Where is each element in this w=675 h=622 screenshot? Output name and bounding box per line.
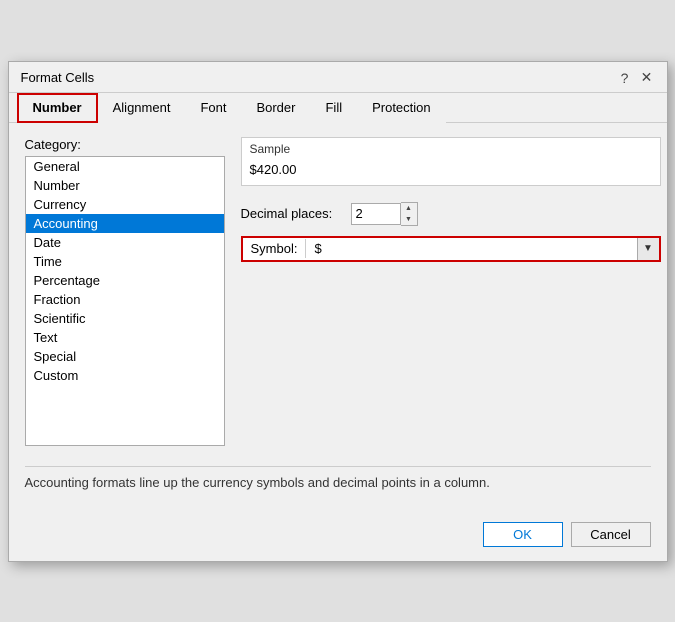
category-accounting[interactable]: Accounting bbox=[26, 214, 224, 233]
help-icon[interactable]: ? bbox=[617, 70, 633, 86]
sample-value: $420.00 bbox=[242, 158, 660, 185]
decimal-input-wrapper: ▲ ▼ bbox=[351, 202, 418, 226]
category-fraction[interactable]: Fraction bbox=[26, 290, 224, 309]
sample-label: Sample bbox=[242, 138, 660, 158]
right-panel: Sample $420.00 Decimal places: ▲ ▼ bbox=[241, 137, 661, 446]
symbol-row: Symbol: $ ▼ bbox=[241, 236, 661, 262]
category-number[interactable]: Number bbox=[26, 176, 224, 195]
spin-up-button[interactable]: ▲ bbox=[401, 203, 417, 214]
tab-protection[interactable]: Protection bbox=[357, 93, 446, 123]
spin-buttons: ▲ ▼ bbox=[401, 202, 418, 226]
category-time[interactable]: Time bbox=[26, 252, 224, 271]
spin-down-button[interactable]: ▼ bbox=[401, 214, 417, 225]
tab-font[interactable]: Font bbox=[185, 93, 241, 123]
category-list: General Number Currency Accounting Date … bbox=[25, 156, 225, 446]
dialog-title: Format Cells bbox=[21, 70, 95, 85]
symbol-value: $ bbox=[306, 239, 336, 258]
category-label: Category: bbox=[25, 137, 225, 152]
title-icons: ? ✕ bbox=[617, 70, 655, 86]
decimal-places-input[interactable] bbox=[351, 203, 401, 225]
format-cells-dialog: Format Cells ? ✕ Number Alignment Font B… bbox=[8, 61, 668, 562]
sample-box: Sample $420.00 bbox=[241, 137, 661, 186]
category-currency[interactable]: Currency bbox=[26, 195, 224, 214]
symbol-label: Symbol: bbox=[243, 239, 307, 258]
category-date[interactable]: Date bbox=[26, 233, 224, 252]
tab-border[interactable]: Border bbox=[241, 93, 310, 123]
tabs-container: Number Alignment Font Border Fill Protec… bbox=[9, 93, 667, 123]
dialog-footer: OK Cancel bbox=[9, 512, 667, 561]
tab-alignment[interactable]: Alignment bbox=[98, 93, 186, 123]
description-box: Accounting formats line up the currency … bbox=[25, 466, 651, 498]
tab-number[interactable]: Number bbox=[17, 93, 98, 123]
description-text: Accounting formats line up the currency … bbox=[25, 475, 490, 490]
title-bar: Format Cells ? ✕ bbox=[9, 62, 667, 93]
category-scientific[interactable]: Scientific bbox=[26, 309, 224, 328]
category-custom[interactable]: Custom bbox=[26, 366, 224, 385]
cancel-button[interactable]: Cancel bbox=[571, 522, 651, 547]
main-content: Category: General Number Currency Accoun… bbox=[25, 137, 651, 446]
decimal-places-row: Decimal places: ▲ ▼ bbox=[241, 202, 661, 226]
dialog-body: Category: General Number Currency Accoun… bbox=[9, 123, 667, 512]
decimal-places-label: Decimal places: bbox=[241, 206, 351, 221]
tab-fill[interactable]: Fill bbox=[310, 93, 357, 123]
category-percentage[interactable]: Percentage bbox=[26, 271, 224, 290]
category-special[interactable]: Special bbox=[26, 347, 224, 366]
symbol-dropdown-arrow[interactable]: ▼ bbox=[637, 238, 659, 260]
ok-button[interactable]: OK bbox=[483, 522, 563, 547]
left-panel: Category: General Number Currency Accoun… bbox=[25, 137, 225, 446]
category-general[interactable]: General bbox=[26, 157, 224, 176]
symbol-select-wrapper: Symbol: $ ▼ bbox=[241, 236, 661, 262]
close-icon[interactable]: ✕ bbox=[639, 70, 655, 86]
category-text[interactable]: Text bbox=[26, 328, 224, 347]
